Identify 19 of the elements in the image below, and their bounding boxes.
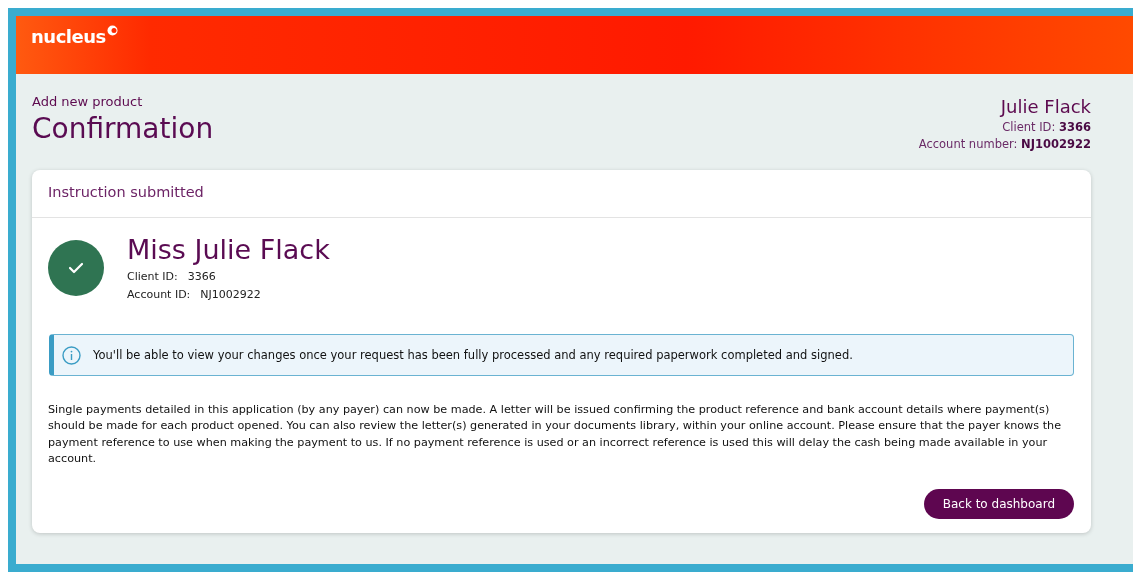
field-value: NJ1002922	[1021, 137, 1091, 151]
check-icon	[69, 261, 83, 274]
field-value: 3366	[187, 270, 216, 283]
field-label: Client ID:	[127, 270, 178, 283]
field-value: 3366	[1059, 120, 1091, 134]
client-name: Julie Flack	[998, 96, 1091, 117]
card-title: Instruction submitted	[32, 170, 1091, 218]
field-label: Account ID:	[127, 288, 191, 301]
field-label: Account number:	[918, 137, 1018, 151]
page-title: Confirmation	[32, 112, 214, 145]
nucleus-logo: nucleus	[31, 26, 118, 47]
back-to-dashboard-button[interactable]: Back to dashboard	[923, 489, 1074, 520]
alert-message: You'll be able to view your changes once your request has been fully processed and any required paperwork completed and signed.	[93, 348, 853, 362]
payment-info-paragraph: Single payments detailed in this application (by any payer) can now be made. A letter will be issued confirming the product reference and bank account details where payment(s) should be made for each product opened. You can also review the letter(s) generated in your documents library, within your online account. Please ensure that the payer knows the payment reference to use when making the payment to us. If no payment reference is used or an incorrect reference is used this will delay the cash being made available in your account.	[48, 402, 1063, 467]
field-value: NJ1002922	[200, 288, 261, 301]
field-label: Client ID:	[1002, 120, 1056, 134]
breadcrumb: Add new product	[32, 94, 144, 109]
info-icon	[62, 345, 81, 365]
client-full-name: Miss Julie Flack	[127, 234, 330, 265]
